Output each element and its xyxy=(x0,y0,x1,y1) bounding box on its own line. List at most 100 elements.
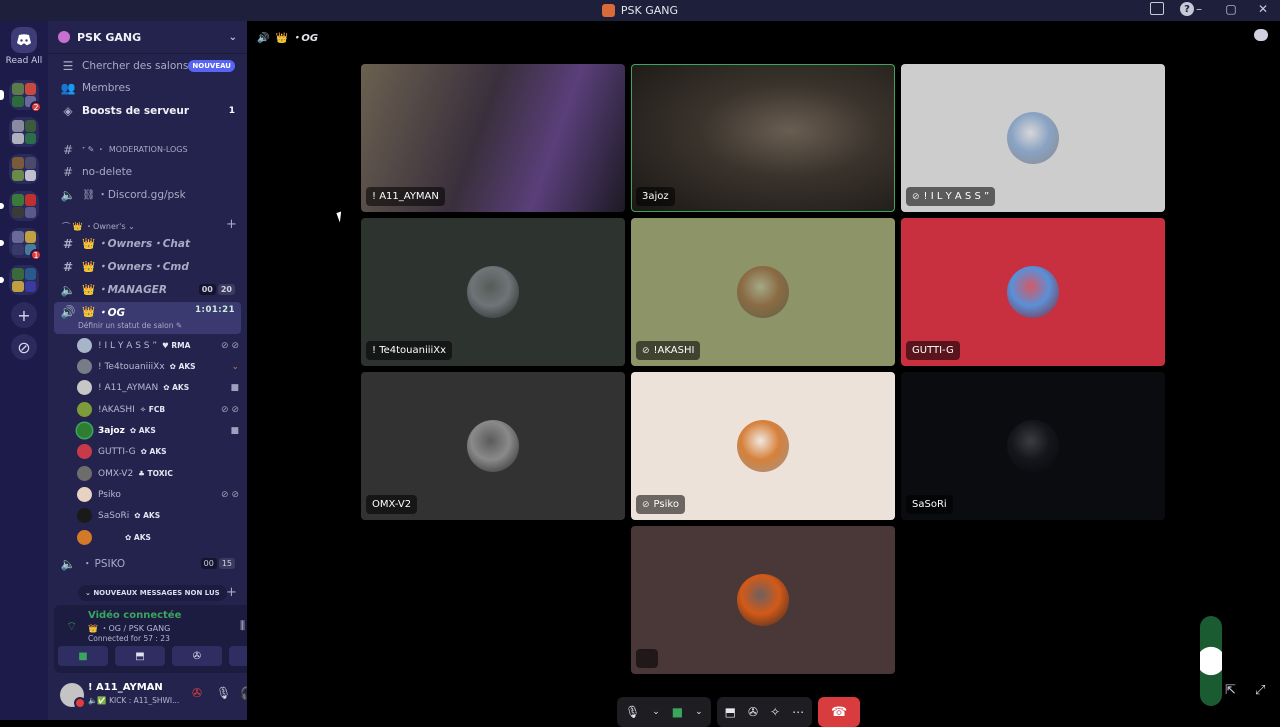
category-owner[interactable]: ⌒ 👑 ・Owner's ⌄ xyxy=(62,221,135,232)
voice-member[interactable]: Psiko ⊘ ⊘ xyxy=(77,485,239,504)
participant-tile[interactable]: ⊘! I L Y A S S ” xyxy=(901,64,1165,212)
member-badge: ✿ AKS xyxy=(163,383,190,392)
voice-member[interactable]: ! I L Y A S S ” ♥ RMA ⊘ ⊘ xyxy=(77,336,239,355)
server-folder-3[interactable] xyxy=(9,154,39,184)
members-icon: 👥 xyxy=(60,80,76,95)
voice-member[interactable]: OMX-V2 ♣ TOXIC xyxy=(77,464,239,483)
more-options-icon[interactable]: ⋯ xyxy=(792,705,804,719)
add-server-button[interactable]: + xyxy=(11,302,37,328)
read-all-button[interactable]: Read All xyxy=(0,56,48,66)
explore-servers-button[interactable]: ⊘ xyxy=(11,334,37,360)
participant-tile[interactable]: OMX-V2 xyxy=(361,372,625,520)
camera-icon[interactable]: ■ xyxy=(672,705,683,719)
members-link[interactable]: 👥 Membres xyxy=(54,77,241,98)
screen-share-icon[interactable]: ⬒ xyxy=(725,705,736,719)
channel-discord-link[interactable]: 🔈 ⛓ ・Discord.gg/psk xyxy=(54,184,241,205)
participant-tile[interactable]: ⊘ !AKASHI xyxy=(631,218,895,366)
channel-owners-chat[interactable]: # 👑 ・Owners・Chat xyxy=(54,233,241,254)
voice-member[interactable]: ! Te4touaniiiXx ✿ AKS ⌄ xyxy=(77,357,239,376)
user-name[interactable]: ! A11_AYMAN xyxy=(88,682,163,693)
hang-up-button[interactable]: ☎ xyxy=(818,697,861,727)
channel-owners-cmd[interactable]: # 👑 ・Owners・Cmd xyxy=(54,256,241,277)
voice-status[interactable]: Vidéo connectée xyxy=(88,610,181,621)
member-badge: ✿ AKS xyxy=(134,511,161,520)
mini-video-preview[interactable] xyxy=(1200,616,1222,706)
game-activity-icon[interactable]: ✇ xyxy=(192,686,202,700)
muted-icon: ⊘ xyxy=(912,191,920,202)
browse-channels[interactable]: ☰ Chercher des salons NOUVEAU xyxy=(54,55,241,76)
maximize-button[interactable]: ▢ xyxy=(1222,2,1240,16)
member-badge: ✿ AKS xyxy=(140,447,167,456)
close-button[interactable]: ✕ xyxy=(1254,2,1272,16)
chat-bubble-icon[interactable] xyxy=(1254,29,1268,41)
participant-name-label: OMX-V2 xyxy=(366,495,418,514)
chevron-down-icon: ⌄ xyxy=(231,361,239,372)
participant-tile[interactable]: GUTTI-G xyxy=(901,218,1165,366)
screen-share-button[interactable]: ⬒ xyxy=(115,646,165,666)
link-icon: ⛓ xyxy=(82,189,96,201)
channel-moderation-logs[interactable]: # ᐩ ✎ ・ MODERATION-LOGS xyxy=(54,139,241,160)
voice-member[interactable]: 3ajoz ✿ AKS ■ xyxy=(77,421,239,440)
voice-member[interactable]: GUTTI-G ✿ AKS xyxy=(77,442,239,461)
category-name: Owner's xyxy=(93,222,126,231)
avatar xyxy=(1007,112,1059,164)
soundboard-icon[interactable]: ✧ xyxy=(770,705,780,719)
channel-psiko[interactable]: 🔈 ・ PSIKO 00 15 xyxy=(54,553,241,574)
server-rail: Read All 2 1 + ⊘ xyxy=(0,21,48,720)
participant-name-label: ! Te4touaniiiXx xyxy=(366,341,453,360)
set-channel-status[interactable]: Définir un statut de salon ✎ xyxy=(78,321,182,330)
server-folder-2[interactable] xyxy=(9,117,39,147)
participant-tile[interactable]: ! A11_AYMAN xyxy=(361,64,625,212)
server-badge: 1 xyxy=(30,249,42,261)
avatar xyxy=(77,423,92,438)
microphone-icon[interactable]: 🎙 xyxy=(625,705,640,719)
crown-icon: 👑 xyxy=(275,33,288,44)
guild-header[interactable]: PSK GANG ⌄ xyxy=(48,21,247,54)
server-folder-5[interactable]: 1 xyxy=(0,228,42,261)
new-unread-messages-pill[interactable]: ⌄ NOUVEAUX MESSAGES NON LUS xyxy=(78,585,227,601)
camera-button[interactable]: ■ xyxy=(58,646,108,666)
channel-name: ・Owners・Cmd xyxy=(97,261,189,273)
noise-suppression-icon[interactable]: ⫼ xyxy=(240,619,245,633)
fullscreen-icon[interactable]: ⤢ xyxy=(1255,683,1265,698)
voice-member[interactable]: ! A11_AYMAN ✿ AKS ■ xyxy=(77,378,239,397)
activity-button[interactable]: ✇ xyxy=(172,646,222,666)
server-boosts[interactable]: ◈ Boosts de serveur 1 xyxy=(54,100,241,121)
microphone-icon[interactable]: 🎙 xyxy=(216,686,231,700)
speaker-icon: 🔈 xyxy=(60,556,76,571)
voice-member[interactable]: ✿ AKS xyxy=(77,528,239,547)
server-folder-6[interactable] xyxy=(0,265,39,295)
add-channel-icon[interactable]: + xyxy=(226,585,237,600)
muted-icon: ⊘ ⊘ xyxy=(221,489,239,500)
voice-member[interactable]: SaSoRi ✿ AKS xyxy=(77,506,239,525)
channel-no-delete[interactable]: # no-delete xyxy=(54,161,241,182)
crown-icon: 👑 xyxy=(82,284,96,296)
participant-tile[interactable]: ⊘ Psiko xyxy=(631,372,895,520)
participant-name: ! I L Y A S S ” xyxy=(923,191,990,202)
speaker-icon: 🔊 xyxy=(60,305,76,319)
inbox-icon[interactable] xyxy=(1150,2,1164,15)
server-folder-1[interactable]: 2 xyxy=(0,80,42,113)
member-badge: ♣ TOXIC xyxy=(138,469,173,478)
chevron-down-icon[interactable]: ⌄ xyxy=(652,707,660,717)
channel-name: no-delete xyxy=(82,165,133,178)
participant-tile[interactable] xyxy=(631,526,895,674)
add-channel-icon[interactable]: + xyxy=(226,217,237,232)
sparkle-icon: ᐩ ✎ ・ xyxy=(82,145,105,154)
participant-tile[interactable]: SaSoRi xyxy=(901,372,1165,520)
minimize-button[interactable]: – xyxy=(1190,2,1208,16)
user-avatar[interactable] xyxy=(60,683,86,709)
channel-manager[interactable]: 🔈 👑 ・MANAGER 00 20 xyxy=(54,279,241,300)
pop-out-icon[interactable]: ⇱ xyxy=(1225,683,1236,698)
participant-tile[interactable]: ! Te4touaniiiXx xyxy=(361,218,625,366)
chevron-down-icon[interactable]: ⌄ xyxy=(695,707,703,717)
server-folder-4[interactable] xyxy=(0,191,39,221)
participant-name-label: ⊘! I L Y A S S ” xyxy=(906,187,996,206)
discord-home-icon[interactable] xyxy=(11,27,37,53)
voice-member[interactable]: !AKASHI ✧ FCB ⊘ ⊘ xyxy=(77,400,239,419)
member-badge: ✿ AKS xyxy=(129,426,156,435)
activity-icon[interactable]: ✇ xyxy=(748,705,758,719)
participant-tile[interactable]: 3ajoz xyxy=(631,64,895,212)
voice-channel-path[interactable]: 👑 ・OG / PSK GANG xyxy=(88,623,170,634)
server-badge: 2 xyxy=(30,101,42,113)
